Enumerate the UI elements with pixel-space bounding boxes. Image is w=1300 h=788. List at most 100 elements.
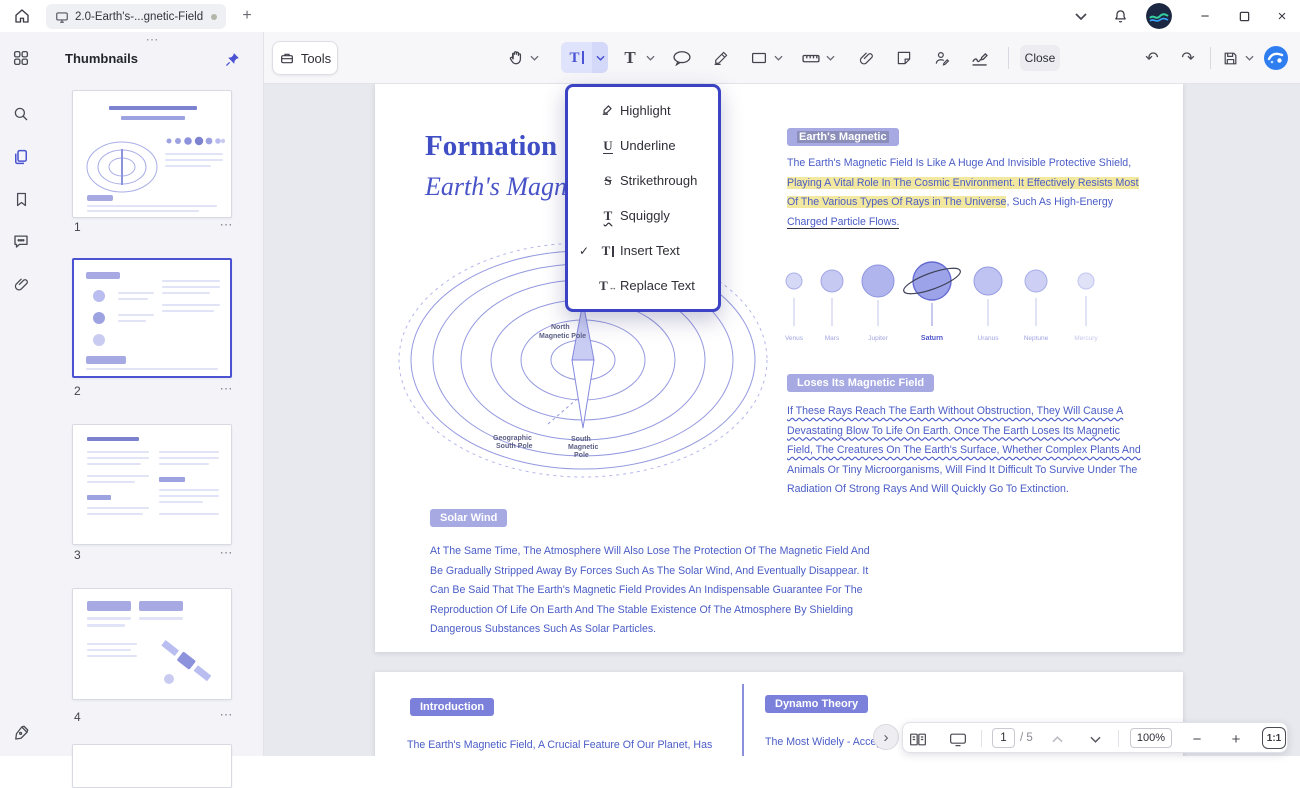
menu-item-insert-text[interactable]: ✓ T Insert Text [568,233,718,268]
minimize-button[interactable]: − [1186,0,1224,32]
rectangle-icon [750,50,768,66]
badge-introduction: Introduction [410,698,494,716]
insert-text-dropdown-button[interactable] [592,42,608,73]
thumbnails-panel: ⋯ Thumbnails 1 ⋯ 2 ⋯ [42,32,264,756]
thumbnail-menu-button[interactable]: ⋯ [214,708,238,724]
menu-item-strikethrough[interactable]: S Strikethrough [568,163,718,198]
stamp-tool-button[interactable] [928,44,956,72]
highlighter-icon [712,49,730,67]
next-page-button[interactable] [1084,728,1106,750]
home-button[interactable] [8,4,36,28]
previous-page-button[interactable] [1046,728,1068,750]
two-page-icon [909,732,927,747]
two-page-view-button[interactable] [907,728,929,750]
maximize-button[interactable] [1225,0,1263,32]
menu-item-replace-text[interactable]: T↔ Replace Text [568,268,718,303]
attachments-button[interactable] [7,270,35,298]
notifications-button[interactable] [1106,3,1134,29]
pages-icon [12,148,30,166]
monitor-icon [55,10,69,24]
maximize-icon [1239,11,1250,22]
menu-item-highlight[interactable]: Highlight [568,93,718,128]
chevron-down-icon [596,55,605,61]
close-tools-button[interactable]: Close [1020,45,1060,71]
paperclip-icon [13,276,30,293]
thumbnail-menu-button[interactable]: ⋯ [214,382,238,398]
attach-file-tool-button[interactable] [852,44,880,72]
chevron-down-icon [646,55,655,61]
thumbnail-page-5[interactable] [72,744,232,788]
thumbnail-page-2[interactable] [72,258,232,378]
search-button[interactable] [7,100,35,128]
thumbnail-page-1[interactable] [72,90,232,218]
titlebar-collapse-button[interactable] [1067,3,1095,29]
undo-icon: ↶ [1145,48,1158,68]
page-number-input[interactable] [992,728,1015,748]
zoom-level-input[interactable]: 100% [1130,728,1172,748]
menu-item-underline[interactable]: U Underline [568,128,718,163]
thumbnail-page-3[interactable] [72,424,232,545]
text-icon: T [624,48,635,68]
chevron-down-icon [774,55,783,61]
insert-text-tool-button[interactable]: T [561,42,592,73]
save-dropdown[interactable] [1243,44,1256,72]
document-canvas[interactable]: Formation Of The Earth's Magnetic Field … [264,84,1300,756]
page-total-label: / 5 [1020,732,1033,744]
planets-diagram: Venus Mars Jupiter Saturn Uranus Neptune… [773,250,1103,346]
pin-panel-button[interactable] [220,47,244,71]
paragraph-line: If These Rays Reach The Earth Without Ob… [787,402,1105,422]
pen-tools-button[interactable] [7,719,35,747]
check-icon: ✓ [576,244,596,258]
tools-button[interactable]: Tools [272,41,338,75]
apps-grid-button[interactable] [7,44,35,72]
actual-size-button[interactable]: 1:1 [1262,727,1286,749]
measure-tool-button[interactable] [797,44,825,72]
search-icon [12,105,30,123]
edit-text-tool-group: T [561,42,608,73]
comment-tool-button[interactable] [668,44,696,72]
avatar[interactable] [1146,3,1172,29]
shape-tool-button[interactable] [745,44,773,72]
add-text-tool-button[interactable]: T [616,44,644,72]
svg-text:Geographic: Geographic [493,435,532,442]
reading-mode-icon [949,732,967,747]
hand-tool-dropdown[interactable] [528,44,541,72]
paragraph-line: Field, The Creatures On The Earth's Surf… [787,441,1105,461]
thumbnail-page-4[interactable] [72,588,232,700]
insert-text-icon: T [596,243,620,259]
new-tab-button[interactable]: + [236,5,258,27]
hand-tool-button[interactable] [502,44,530,72]
grid-icon [12,49,30,67]
paragraph-line: Of The Various Types Of Rays in The Univ… [787,193,1105,213]
save-button[interactable] [1216,44,1244,72]
undo-button[interactable]: ↶ [1138,44,1166,72]
measure-tool-dropdown[interactable] [824,44,837,72]
chevron-down-icon [1245,55,1254,61]
bookmarks-button[interactable] [7,185,35,213]
redo-button[interactable]: ↷ [1174,44,1202,72]
highlighter-tool-button[interactable] [707,44,735,72]
add-text-dropdown[interactable] [644,44,657,72]
signature-tool-button[interactable] [966,44,994,72]
thumbnail-menu-button[interactable]: ⋯ [214,546,238,562]
close-window-button[interactable]: × [1263,0,1300,32]
zoom-in-button[interactable]: + [1225,728,1247,750]
document-tab[interactable]: 2.0-Earth's-...gnetic-Field [46,4,226,29]
sticker-tool-button[interactable] [890,44,918,72]
badge-loses-field: Loses Its Magnetic Field [787,374,934,392]
svg-text:Magnetic Pole: Magnetic Pole [539,333,586,340]
collapse-statusbar-button[interactable]: › [873,724,899,750]
toolbar-divider [1210,47,1211,69]
svg-text:South Pole: South Pole [496,443,533,450]
comments-button[interactable] [7,227,35,255]
reading-mode-button[interactable] [947,728,969,750]
shape-tool-dropdown[interactable] [772,44,785,72]
pdf-page-1[interactable]: Formation Of The Earth's Magnetic Field … [375,84,1183,652]
thumbnails-panel-button[interactable] [7,143,35,171]
menu-item-squiggly[interactable]: T Squiggly [568,198,718,233]
svg-text:Venus: Venus [785,335,804,342]
thumbnail-menu-button[interactable]: ⋯ [214,218,238,234]
panel-drag-handle-icon[interactable]: ⋯ [42,33,263,47]
zoom-out-button[interactable]: − [1186,728,1208,750]
ai-assistant-button[interactable] [1262,44,1290,72]
